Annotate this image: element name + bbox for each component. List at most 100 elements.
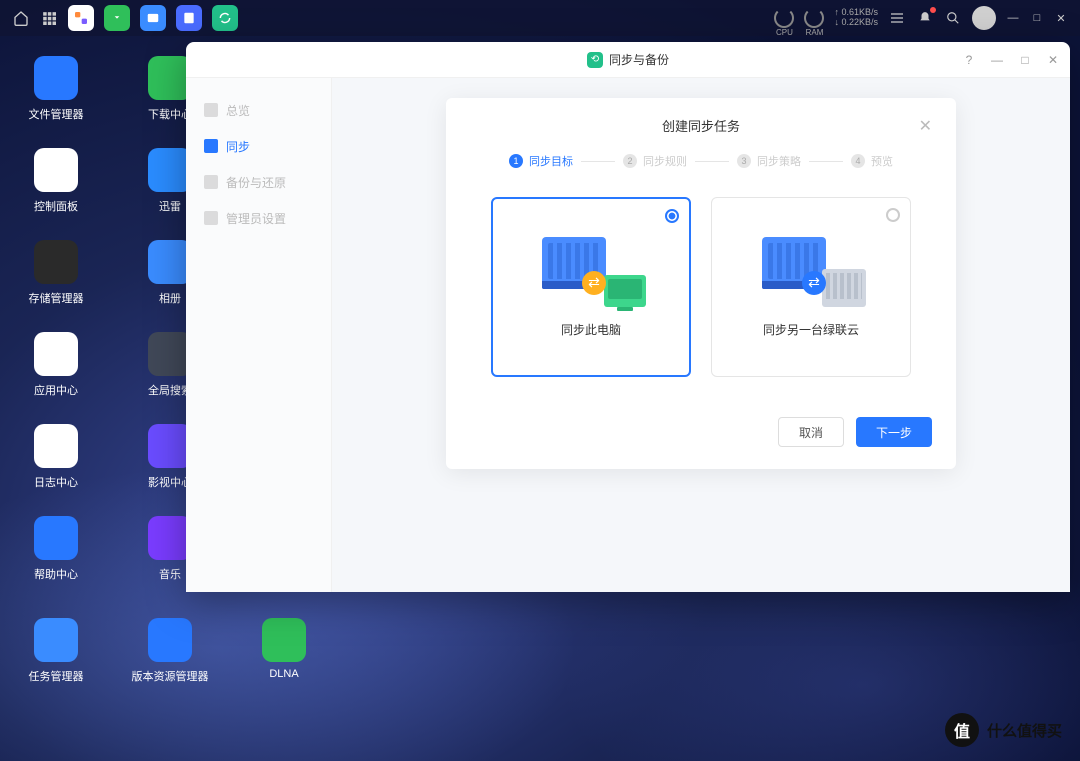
sidebar-icon [204, 175, 218, 189]
illustration-nas-nas: ⇄ [756, 237, 866, 307]
desktop-app-icon[interactable]: 控制面板 [20, 148, 92, 214]
next-button[interactable]: 下一步 [856, 417, 932, 447]
desktop-app-icon[interactable]: DLNA [248, 618, 320, 684]
sync-target-options: ⇄ 同步此电脑 ⇄ 同步另一台绿联云 [470, 197, 932, 377]
step-label: 同步目标 [529, 153, 573, 169]
watermark: 值 什么值得买 [945, 713, 1062, 747]
app-label: 版本资源管理器 [132, 668, 209, 684]
option-sync-this-pc[interactable]: ⇄ 同步此电脑 [491, 197, 691, 377]
taskbar-app-2[interactable] [104, 5, 130, 31]
app-label: 音乐 [159, 566, 181, 582]
wizard-step: 2 同步规则 [623, 153, 687, 169]
minimize-icon[interactable]: — [1006, 11, 1020, 25]
app-icon: ⟲ [587, 52, 603, 68]
sidebar-label: 同步 [226, 138, 250, 155]
create-sync-task-modal: 创建同步任务 ✕ 1 同步目标 2 同步规则 3 同步策略 4 预览 ⇄ 同步此电脑 [446, 98, 956, 469]
app-label: 文件管理器 [29, 106, 84, 122]
desktop-app-icon[interactable]: 日志中心 [20, 424, 92, 490]
app-tile-icon [34, 618, 78, 662]
notification-bell-icon[interactable] [916, 9, 934, 27]
sidebar-label: 备份与还原 [226, 174, 286, 191]
sidebar-item[interactable]: 同步 [186, 128, 331, 164]
app-label: 迅雷 [159, 198, 181, 214]
maximize-icon[interactable]: □ [1030, 11, 1044, 25]
desktop-app-icon[interactable]: 帮助中心 [20, 516, 92, 582]
step-label: 同步策略 [757, 153, 801, 169]
close-icon[interactable]: ✕ [1054, 11, 1068, 25]
illustration-nas-pc: ⇄ [536, 237, 646, 307]
home-icon[interactable] [12, 9, 30, 27]
sync-backup-window: ⟲同步与备份 ? — □ ✕ 总览同步备份与还原管理员设置 创建同步任务 ✕ 1… [186, 42, 1070, 592]
sidebar-label: 管理员设置 [226, 210, 286, 227]
watermark-badge: 值 [945, 713, 979, 747]
desktop-app-icon[interactable]: 存储管理器 [20, 240, 92, 306]
desktop-icon-grid: 文件管理器控制面板存储管理器应用中心日志中心帮助中心 下载中心迅雷相册全局搜索影… [20, 56, 206, 582]
window-titlebar: ⟲同步与备份 ? — □ ✕ [186, 42, 1070, 78]
network-speed: ↑ 0.61KB/s↓ 0.22KB/s [834, 8, 878, 28]
option-label: 同步另一台绿联云 [763, 321, 859, 338]
sidebar-icon [204, 139, 218, 153]
app-label: 日志中心 [34, 474, 78, 490]
sync-arrows-icon: ⇄ [582, 271, 606, 295]
sidebar-item[interactable]: 管理员设置 [186, 200, 331, 236]
sync-arrows-icon: ⇄ [802, 271, 826, 295]
radio-icon [886, 208, 900, 222]
help-icon[interactable]: ? [962, 53, 976, 67]
desktop-icon-grid-row2: 任务管理器版本资源管理器 DLNA [20, 618, 320, 684]
cancel-button[interactable]: 取消 [778, 417, 844, 447]
user-avatar[interactable] [972, 6, 996, 30]
app-label: DLNA [269, 668, 298, 680]
step-divider [695, 161, 729, 162]
app-sidebar: 总览同步备份与还原管理员设置 [186, 78, 332, 592]
app-label: 帮助中心 [34, 566, 78, 582]
window-maximize-icon[interactable]: □ [1018, 53, 1032, 67]
step-number: 1 [509, 154, 523, 168]
app-tile-icon [34, 516, 78, 560]
desktop-app-icon[interactable]: 版本资源管理器 [134, 618, 206, 684]
step-label: 同步规则 [643, 153, 687, 169]
step-number: 3 [737, 154, 751, 168]
cpu-gauge[interactable]: CPU [774, 8, 794, 28]
window-close-icon[interactable]: ✕ [1046, 53, 1060, 67]
window-minimize-icon[interactable]: — [990, 53, 1004, 67]
search-icon[interactable] [944, 9, 962, 27]
sidebar-icon [204, 211, 218, 225]
step-label: 预览 [871, 153, 893, 169]
settings-lines-icon[interactable] [888, 9, 906, 27]
step-number: 2 [623, 154, 637, 168]
step-divider [581, 161, 615, 162]
sidebar-label: 总览 [226, 102, 250, 119]
taskbar-app-3[interactable] [140, 5, 166, 31]
app-tile-icon [34, 56, 78, 100]
wizard-step: 3 同步策略 [737, 153, 801, 169]
step-divider [809, 161, 843, 162]
app-tile-icon [148, 618, 192, 662]
option-sync-another-nas[interactable]: ⇄ 同步另一台绿联云 [711, 197, 911, 377]
system-topbar: CPU RAM ↑ 0.61KB/s↓ 0.22KB/s — □ ✕ [0, 0, 1080, 36]
wizard-steps: 1 同步目标 2 同步规则 3 同步策略 4 预览 [470, 153, 932, 169]
desktop-app-icon[interactable]: 任务管理器 [20, 618, 92, 684]
taskbar-app-4[interactable] [176, 5, 202, 31]
taskbar-app-5[interactable] [212, 5, 238, 31]
wizard-step: 1 同步目标 [509, 153, 573, 169]
sidebar-item[interactable]: 总览 [186, 92, 331, 128]
app-main: 创建同步任务 ✕ 1 同步目标 2 同步规则 3 同步策略 4 预览 ⇄ 同步此电脑 [332, 78, 1070, 592]
desktop-app-icon[interactable]: 文件管理器 [20, 56, 92, 122]
app-label: 存储管理器 [29, 290, 84, 306]
ram-gauge[interactable]: RAM [804, 8, 824, 28]
modal-title: 创建同步任务 [662, 116, 740, 135]
sidebar-icon [204, 103, 218, 117]
watermark-text: 什么值得买 [987, 720, 1062, 741]
app-tile-icon [262, 618, 306, 662]
step-number: 4 [851, 154, 865, 168]
app-label: 应用中心 [34, 382, 78, 398]
app-label: 相册 [159, 290, 181, 306]
taskbar-app-1[interactable] [68, 5, 94, 31]
modal-close-icon[interactable]: ✕ [919, 116, 932, 136]
apps-grid-icon[interactable] [40, 9, 58, 27]
desktop-app-icon[interactable]: 应用中心 [20, 332, 92, 398]
app-tile-icon [34, 424, 78, 468]
wizard-step: 4 预览 [851, 153, 893, 169]
sidebar-item[interactable]: 备份与还原 [186, 164, 331, 200]
option-label: 同步此电脑 [561, 321, 621, 338]
